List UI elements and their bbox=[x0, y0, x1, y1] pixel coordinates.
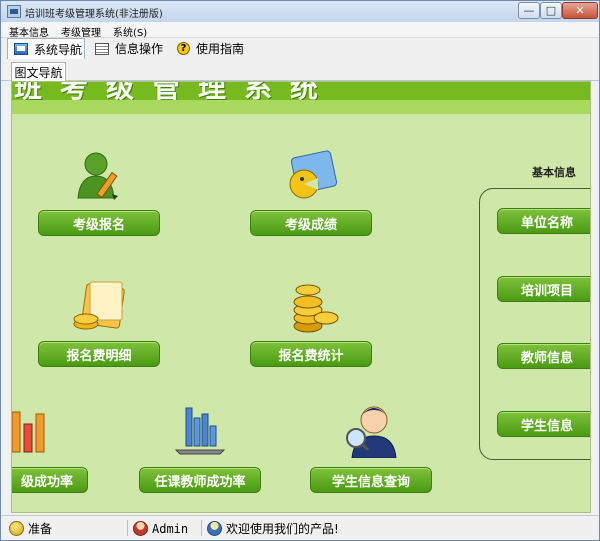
tab-system-navigation-label: 系统导航 bbox=[34, 42, 83, 57]
menu-basic-info[interactable]: 基本信息 bbox=[9, 24, 49, 39]
toolbar: 系统导航 信息操作 ? 使用指南 bbox=[1, 38, 599, 60]
document-icon bbox=[95, 42, 109, 55]
teacher-info-button[interactable]: 教师信息 bbox=[497, 343, 590, 369]
banner: 班考级管理系统 bbox=[12, 82, 590, 100]
app-icon bbox=[7, 5, 21, 18]
app-window: 培训班考级管理系统(非注册版) — □ ✕ 基本信息 考级管理 系统(S) 系统… bbox=[0, 0, 600, 541]
bar-graph-icon[interactable] bbox=[172, 404, 228, 456]
navigation-panel: 班考级管理系统 考级报名 考级成绩 报名费明细 报名费统计 级成功率 任课教师成… bbox=[11, 81, 591, 513]
tab-user-guide[interactable]: ? 使用指南 bbox=[171, 38, 253, 59]
user-search-icon[interactable] bbox=[342, 402, 400, 458]
status-divider bbox=[201, 520, 202, 536]
bar-chart-icon[interactable] bbox=[12, 404, 52, 454]
status-ready: 准备 bbox=[9, 519, 52, 538]
status-text: 准备 bbox=[28, 522, 53, 536]
training-project-button[interactable]: 培训项目 bbox=[497, 276, 590, 302]
menu-bar: 基本信息 考级管理 系统(S) bbox=[1, 22, 599, 39]
user-name: Admin bbox=[152, 521, 189, 536]
status-user: Admin bbox=[133, 519, 188, 538]
teacher-rate-button[interactable]: 任课教师成功率 bbox=[139, 467, 261, 493]
student-query-button[interactable]: 学生信息查询 bbox=[310, 467, 432, 493]
menu-exam-management[interactable]: 考级管理 bbox=[61, 24, 101, 39]
ready-icon bbox=[9, 521, 24, 536]
tab-info-operation-label: 信息操作 bbox=[115, 42, 164, 56]
welcome-text: 欢迎使用我们的产品! bbox=[226, 522, 339, 536]
minimize-button[interactable]: — bbox=[518, 2, 540, 19]
unit-name-button[interactable]: 单位名称 bbox=[497, 208, 590, 234]
student-info-button[interactable]: 学生信息 bbox=[497, 411, 590, 437]
status-bar: 准备 Admin 欢迎使用我们的产品! bbox=[1, 515, 599, 540]
tab-user-guide-label: 使用指南 bbox=[196, 42, 245, 56]
banner-title: 班考级管理系统 bbox=[14, 82, 337, 100]
help-icon: ? bbox=[177, 42, 190, 55]
coin-stack-icon[interactable] bbox=[288, 276, 342, 334]
register-button[interactable]: 考级报名 bbox=[38, 210, 160, 236]
fee-detail-button[interactable]: 报名费明细 bbox=[38, 341, 160, 367]
monitor-icon bbox=[14, 43, 28, 55]
banner-strip bbox=[12, 100, 590, 114]
title-bar[interactable]: 培训班考级管理系统(非注册版) — □ ✕ bbox=[1, 1, 599, 22]
tab-system-navigation[interactable]: 系统导航 bbox=[7, 38, 85, 59]
pass-rate-button[interactable]: 级成功率 bbox=[12, 467, 88, 493]
user-icon bbox=[133, 521, 148, 536]
maximize-button[interactable]: □ bbox=[540, 2, 562, 19]
fee-stats-button[interactable]: 报名费统计 bbox=[250, 341, 372, 367]
register-person-icon[interactable] bbox=[74, 150, 126, 202]
close-button[interactable]: ✕ bbox=[562, 2, 598, 19]
tab-info-operation[interactable]: 信息操作 bbox=[89, 38, 169, 59]
subtab-bar: 图文导航 bbox=[1, 60, 599, 81]
status-divider bbox=[127, 520, 128, 536]
basic-info-label: 基本信息 bbox=[532, 166, 576, 179]
scores-button[interactable]: 考级成绩 bbox=[250, 210, 372, 236]
status-message: 欢迎使用我们的产品! bbox=[207, 519, 339, 538]
menu-system[interactable]: 系统(S) bbox=[113, 24, 147, 39]
scores-chart-icon[interactable] bbox=[284, 148, 340, 202]
window-title: 培训班考级管理系统(非注册版) bbox=[25, 9, 163, 20]
tab-graphic-navigation[interactable]: 图文导航 bbox=[11, 62, 66, 81]
welcome-icon bbox=[207, 521, 222, 536]
folder-coins-icon[interactable] bbox=[70, 278, 130, 336]
